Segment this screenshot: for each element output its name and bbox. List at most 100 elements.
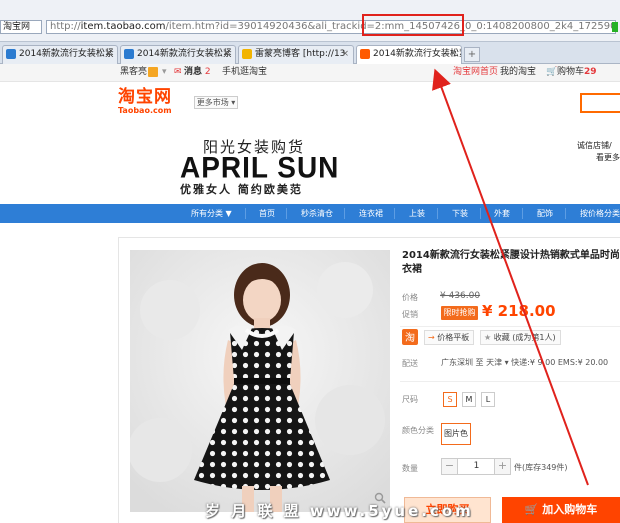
collect-label: 收藏 (成为第1人) bbox=[493, 333, 556, 342]
size-option-l[interactable]: L bbox=[481, 392, 495, 407]
nav-divider bbox=[565, 208, 566, 219]
nav-home[interactable]: 首页 bbox=[259, 204, 275, 223]
security-indicator bbox=[612, 22, 618, 32]
promo-label: 促销 bbox=[402, 310, 418, 319]
star-icon: ★ bbox=[484, 333, 492, 342]
nav-flash-sale[interactable]: 秒杀清仓 bbox=[301, 204, 333, 223]
shop-banner-title: APRIL SUN bbox=[180, 151, 340, 184]
nav-accessories[interactable]: 配饰 bbox=[537, 204, 553, 223]
address-bar: 淘宝网 http://item.taobao.com/item.htm?id=3… bbox=[0, 0, 620, 42]
tab-label: 雷蒙亮博客 [http://13 bbox=[255, 49, 346, 59]
increase-button[interactable]: + bbox=[494, 459, 510, 474]
tab-label: 2014新款流行女装松紧 bbox=[137, 49, 232, 59]
add-to-cart-button[interactable]: 🛒 加入购物车 bbox=[502, 497, 620, 523]
divider bbox=[400, 381, 620, 382]
taobao-home-link[interactable]: 淘宝网首页 bbox=[453, 64, 498, 81]
logo-text: 淘宝网 bbox=[118, 87, 172, 107]
flash-sale-badge: 限时抢购 bbox=[441, 306, 478, 320]
quantity-stepper[interactable]: − 1 + bbox=[441, 458, 511, 475]
collect-button[interactable]: ★ 收藏 (成为第1人) bbox=[480, 330, 561, 345]
url-host: item.taobao.com bbox=[80, 21, 166, 32]
tab-2[interactable]: 2014新款流行女装松紧 × bbox=[120, 45, 236, 64]
divider bbox=[400, 326, 620, 327]
arrow-right-icon: → bbox=[428, 333, 435, 342]
site-identity-label: 淘宝网 bbox=[3, 22, 31, 32]
taobao-icon bbox=[360, 49, 370, 59]
tab-1[interactable]: 2014新款流行女装松紧 × bbox=[2, 45, 118, 64]
price-compare-button[interactable]: → 价格平板 bbox=[424, 330, 475, 345]
cart-label: 购物车 bbox=[557, 67, 585, 77]
stock-info: 件(库存349件) bbox=[514, 463, 568, 472]
cart-count: 29 bbox=[584, 67, 597, 77]
cart-link[interactable]: 购物车29 bbox=[557, 64, 597, 81]
taobao-app-icon[interactable]: 淘 bbox=[402, 329, 418, 345]
nav-tops[interactable]: 上装 bbox=[409, 204, 425, 223]
plus-icon: + bbox=[467, 49, 477, 60]
close-icon[interactable]: × bbox=[341, 46, 349, 63]
shop-credit-info: 诚信店铺/ bbox=[577, 141, 612, 150]
model-photo bbox=[130, 250, 390, 512]
nav-divider bbox=[286, 208, 287, 219]
price-compare-label: 价格平板 bbox=[437, 333, 470, 342]
add-to-cart-label: 加入购物车 bbox=[542, 503, 598, 516]
svg-text:淘: 淘 bbox=[405, 331, 415, 344]
product-main-image[interactable] bbox=[130, 250, 390, 512]
cart-icon: 🛒 bbox=[524, 503, 539, 516]
mobile-taobao-link[interactable]: 手机逛淘宝 bbox=[222, 64, 267, 81]
taobao-app-glyph: 淘 bbox=[405, 331, 415, 344]
site-identity-box[interactable]: 淘宝网 bbox=[0, 20, 42, 34]
site-top-nav: 黑客亮 ▾ ✉ 消息 2 手机逛淘宝 淘宝网首页 我的淘宝 🛒 购物车29 bbox=[0, 64, 620, 82]
nav-all-categories[interactable]: 所有分类 ▼ bbox=[191, 204, 232, 223]
color-label: 颜色分类 bbox=[402, 426, 434, 435]
nav-divider bbox=[245, 208, 246, 219]
search-input[interactable] bbox=[580, 93, 620, 113]
size-option-m[interactable]: M bbox=[462, 392, 476, 407]
nav-divider bbox=[394, 208, 395, 219]
star-icon bbox=[242, 49, 252, 59]
chevron-down-icon[interactable]: ▾ bbox=[162, 64, 167, 81]
tab-4-active[interactable]: 2014新款流行女装松紧 × bbox=[356, 45, 462, 65]
user-name-link[interactable]: 黑客亮 bbox=[120, 64, 147, 81]
nav-bottoms[interactable]: 下装 bbox=[452, 204, 468, 223]
nav-divider bbox=[480, 208, 481, 219]
logo-domain: Taobao.com bbox=[118, 106, 172, 115]
more-markets-label: 更多市场 bbox=[196, 98, 229, 107]
nav-outerwear[interactable]: 外套 bbox=[494, 204, 510, 223]
nav-divider bbox=[344, 208, 345, 219]
tab-3[interactable]: 雷蒙亮博客 [http://13 × bbox=[238, 45, 354, 64]
original-price: ¥ 436.00 bbox=[440, 291, 481, 301]
tab-strip: 2014新款流行女装松紧 × 2014新款流行女装松紧 × 雷蒙亮博客 [htt… bbox=[0, 42, 620, 65]
nav-dresses[interactable]: 连衣裙 bbox=[359, 204, 383, 223]
new-tab-button[interactable]: + bbox=[464, 47, 480, 62]
close-icon[interactable]: × bbox=[105, 46, 113, 63]
mail-icon: ✉ bbox=[174, 67, 182, 77]
messages-link[interactable]: 消息 2 bbox=[184, 64, 211, 81]
size-label: 尺码 bbox=[402, 395, 418, 404]
cart-icon: 🛒 bbox=[546, 67, 558, 77]
close-icon[interactable]: × bbox=[223, 46, 231, 63]
page-icon bbox=[6, 49, 16, 59]
color-option-picture[interactable]: 图片色 bbox=[441, 423, 471, 445]
shop-banner-slogan: 优雅女人 简约欧美范 bbox=[180, 183, 303, 196]
quantity-label: 数量 bbox=[402, 464, 418, 473]
nav-divider bbox=[437, 208, 438, 219]
shop-more-link[interactable]: 看更多 bbox=[596, 152, 620, 163]
shop-category-nav: 所有分类 ▼ 首页 秒杀清仓 连衣裙 上装 下装 外套 配饰 按价格分类 bbox=[0, 204, 620, 223]
url-field[interactable]: http://item.taobao.com/item.htm?id=39014… bbox=[46, 20, 616, 34]
nav-divider bbox=[522, 208, 523, 219]
nav-by-price[interactable]: 按价格分类 bbox=[580, 204, 620, 223]
page-icon bbox=[124, 49, 134, 59]
vip-icon bbox=[148, 67, 158, 77]
shipping-info[interactable]: 广东深圳 至 天津 ▾ 快递:¥ 9.00 EMS:¥ 20.00 bbox=[441, 357, 608, 368]
quantity-input[interactable]: 1 bbox=[459, 459, 494, 474]
url-prefix: http:// bbox=[50, 21, 81, 32]
site-watermark: 岁 月 联 盟 www.5yue.com bbox=[205, 502, 474, 520]
highlight-box bbox=[362, 14, 464, 36]
close-icon[interactable]: × bbox=[449, 46, 457, 63]
more-markets-dropdown[interactable]: 更多市场 ▾ bbox=[194, 96, 238, 109]
my-taobao-link[interactable]: 我的淘宝 bbox=[500, 64, 536, 81]
size-option-s[interactable]: S bbox=[443, 392, 457, 407]
shipping-label: 配送 bbox=[402, 359, 418, 368]
decrease-button[interactable]: − bbox=[442, 459, 458, 474]
taobao-logo[interactable]: 淘宝网 Taobao.com bbox=[118, 88, 182, 118]
